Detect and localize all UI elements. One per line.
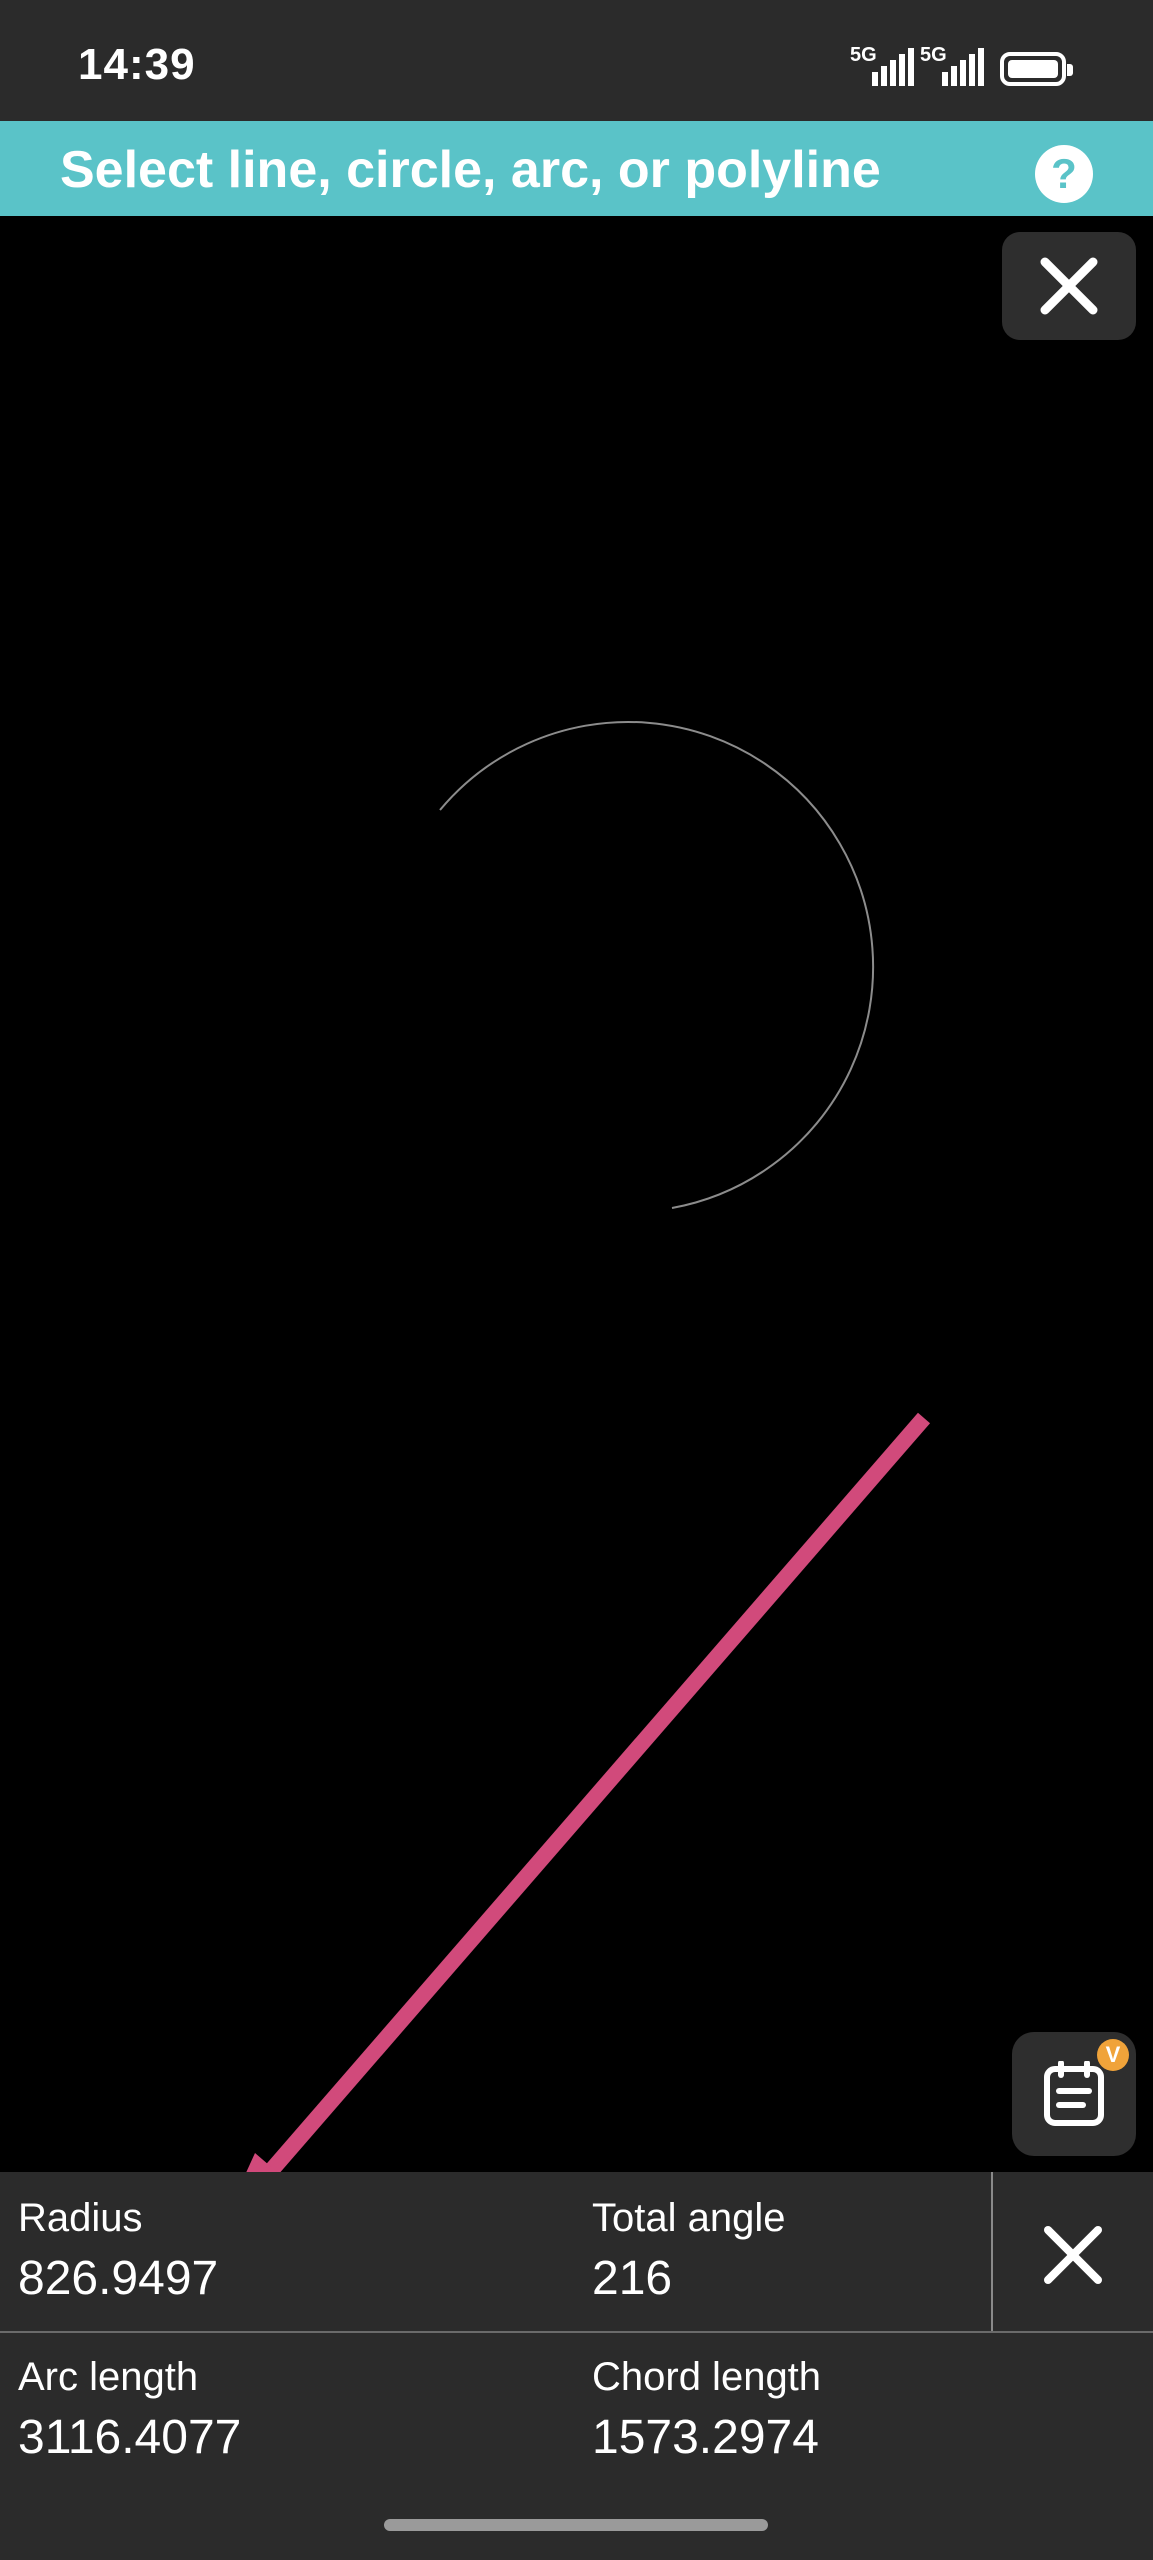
total-angle-label: Total angle xyxy=(592,2196,786,2240)
total-angle-cell: Total angle 216 xyxy=(592,2196,785,2308)
panel-divider-vertical xyxy=(991,2172,993,2331)
arc-length-value: 3116.4077 xyxy=(18,2411,242,2464)
help-button[interactable]: ? xyxy=(1035,145,1093,203)
signal-icon xyxy=(872,48,914,86)
measurement-panel: Radius 826.9497 Total angle 216 Arc leng… xyxy=(0,2172,1153,2560)
arc-length-label: Arc length xyxy=(18,2355,199,2399)
arc-shape xyxy=(439,721,875,1209)
notes-icon xyxy=(1044,2061,1104,2126)
home-indicator[interactable] xyxy=(384,2519,768,2531)
status-bar: 14:39 5G 5G xyxy=(0,0,1153,121)
battery-icon xyxy=(1000,52,1073,86)
arc-length-cell: Arc length 3116.4077 xyxy=(18,2355,241,2467)
status-time: 14:39 xyxy=(78,40,196,89)
drawing-canvas[interactable] xyxy=(0,216,1153,2230)
chord-length-label: Chord length xyxy=(592,2355,822,2399)
radius-cell: Radius 826.9497 xyxy=(18,2196,218,2308)
close-button[interactable] xyxy=(1002,232,1136,340)
chord-length-value: 1573.2974 xyxy=(592,2411,819,2464)
header-bar: Select line, circle, arc, or polyline ? xyxy=(0,121,1153,216)
close-icon xyxy=(1040,257,1098,315)
signal-icon xyxy=(942,48,984,86)
total-angle-value: 216 xyxy=(592,2252,673,2305)
annotation-arrow xyxy=(243,1412,931,2201)
vip-badge: V xyxy=(1097,2039,1129,2071)
page-title: Select line, circle, arc, or polyline xyxy=(60,141,881,199)
canvas-drawing xyxy=(220,721,931,2230)
radius-label: Radius xyxy=(18,2196,143,2240)
radius-value: 826.9497 xyxy=(18,2252,219,2305)
close-panel-button[interactable] xyxy=(1042,2224,1104,2291)
chord-length-cell: Chord length 1573.2974 xyxy=(592,2355,821,2467)
panel-divider-horizontal xyxy=(0,2331,1153,2333)
close-icon xyxy=(1044,2226,1102,2284)
